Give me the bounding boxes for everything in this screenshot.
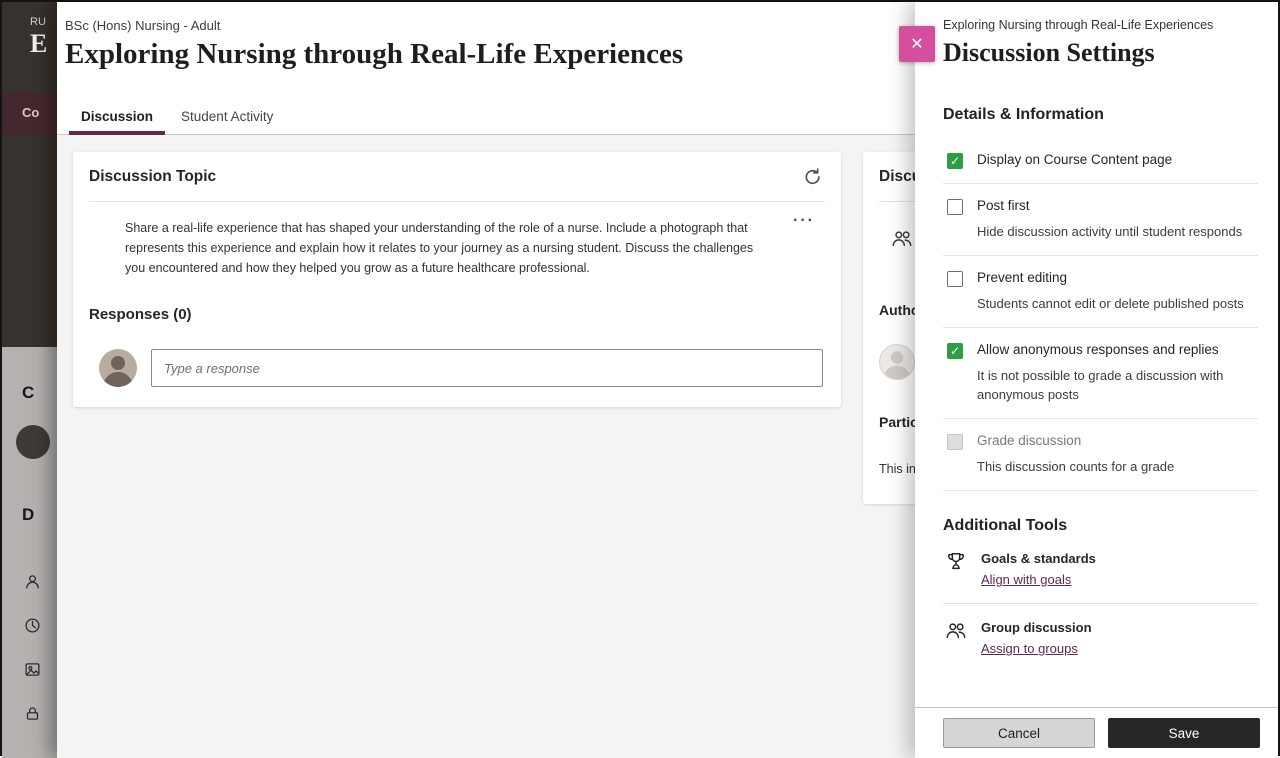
underlying-course-page-sliver: RU E Co C D [2,2,57,754]
option-label: Grade discussion [977,433,1174,448]
option-post-first: Post first Hide discussion activity unti… [943,184,1258,256]
breadcrumb: BSc (Hons) Nursing - Adult [65,18,919,33]
topic-text: Share a real-life experience that has sh… [125,218,755,278]
checkbox-prevent-editing[interactable] [947,271,963,287]
save-button[interactable]: Save [1108,718,1260,748]
details-information-heading: Details & Information [943,106,1258,124]
user-avatar [99,349,137,387]
discussion-layer: BSc (Hons) Nursing - Adult Exploring Nur… [57,2,919,758]
tab-discussion[interactable]: Discussion [67,98,167,134]
align-with-goals-link[interactable]: Align with goals [981,572,1071,587]
group-discussion-row: Group discussion Assign to groups [943,604,1258,672]
refresh-button[interactable] [801,165,825,189]
option-display-on-course-content: Display on Course Content page [943,138,1258,184]
page-title: Exploring Nursing through Real-Life Expe… [65,38,919,71]
roster-person-icon [24,573,41,590]
option-label: Display on Course Content page [977,152,1172,167]
option-label: Post first [977,198,1242,213]
panel-footer: Cancel Save [915,707,1278,758]
response-input[interactable] [151,349,823,387]
close-icon: ✕ [910,34,923,54]
course-section-heading-fragment: C [22,383,57,403]
lock-icon [24,705,41,722]
clock-icon [24,617,41,634]
option-prevent-editing: Prevent editing Students cannot edit or … [943,256,1258,328]
responses-heading: Responses (0) [89,306,825,323]
tab-student-activity[interactable]: Student Activity [167,98,287,134]
option-description: Students cannot edit or delete published… [977,294,1244,313]
option-grade-discussion: Grade discussion This discussion counts … [943,419,1258,491]
course-header-fragment: RU E [2,2,57,92]
goals-standards-label: Goals & standards [981,551,1096,566]
course-sidebar-fragment: C D [2,347,57,758]
refresh-icon [803,167,823,187]
option-description: Hide discussion activity until student r… [977,222,1242,241]
goals-icon [945,551,967,578]
additional-tools-heading: Additional Tools [943,517,1258,535]
course-avatar [16,425,50,459]
settings-options-list: Display on Course Content page Post firs… [943,138,1258,491]
topic-heading: Discussion Topic [89,168,216,186]
option-allow-anonymous: Allow anonymous responses and replies It… [943,328,1258,419]
discussion-topic-card: Discussion Topic Share a real-life exper… [73,152,841,407]
panel-title: Discussion Settings [943,38,1258,68]
goals-standards-row: Goals & standards Align with goals [943,535,1258,604]
assign-to-groups-link[interactable]: Assign to groups [981,641,1078,656]
discussion-group-icon [891,228,913,250]
discussion-header: BSc (Hons) Nursing - Adult Exploring Nur… [57,2,919,98]
author-avatar [879,344,915,380]
tab-bar: Discussion Student Activity [57,98,919,135]
checkbox-post-first[interactable] [947,199,963,215]
option-description: This discussion counts for a grade [977,457,1174,476]
group-icon [945,620,967,647]
option-label: Prevent editing [977,270,1244,285]
details-heading-fragment: D [22,505,57,525]
option-description: It is not possible to grade a discussion… [977,366,1258,404]
course-title-fragment: E [30,29,57,59]
option-label: Allow anonymous responses and replies [977,342,1258,357]
course-code-fragment: RU [30,16,57,28]
close-panel-button[interactable]: ✕ [899,26,935,62]
image-icon [24,661,41,678]
checkbox-display-on-course-content[interactable] [947,153,963,169]
panel-breadcrumb: Exploring Nursing through Real-Life Expe… [943,18,1258,32]
course-tab-fragment: Co [2,92,57,135]
course-banner-fragment [2,135,57,347]
group-discussion-label: Group discussion [981,620,1092,635]
checkbox-allow-anonymous[interactable] [947,343,963,359]
more-options-button[interactable]: ··· [793,212,815,230]
checkbox-grade-discussion[interactable] [947,434,963,450]
cancel-button[interactable]: Cancel [943,718,1095,748]
response-compose-row [99,349,825,405]
discussion-settings-panel: Exploring Nursing through Real-Life Expe… [915,2,1278,758]
discussion-content: Discussion Topic Share a real-life exper… [57,135,919,758]
